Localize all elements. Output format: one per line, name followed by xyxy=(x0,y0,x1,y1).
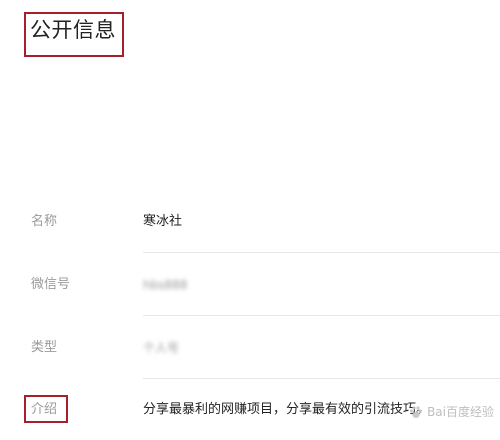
intro-label-highlight xyxy=(24,395,68,423)
row-label-wechat-id: 微信号 xyxy=(31,277,71,292)
watermark: Bai百度经验 xyxy=(408,403,494,420)
row-label-name: 名称 xyxy=(31,214,58,229)
paw-icon xyxy=(409,405,423,418)
row-value-type[interactable]: 个人号 xyxy=(143,339,179,357)
row-label-type: 类型 xyxy=(31,340,58,355)
public-info-page: 公开信息 名称 寒冰社 微信号 hbs888 类型 个人号 介绍 分享最暴利的网… xyxy=(0,0,500,440)
row-value-wechat-id[interactable]: hbs888 xyxy=(143,276,187,294)
info-row-wechat-id: 微信号 hbs888 xyxy=(0,253,500,316)
row-value-intro[interactable]: 分享最暴利的网赚项目，分享最有效的引流技巧。 xyxy=(143,401,429,419)
watermark-text: Bai百度经验 xyxy=(427,405,494,419)
info-row-type: 类型 个人号 xyxy=(0,316,500,379)
info-row-name: 名称 寒冰社 xyxy=(0,190,500,253)
row-value-name[interactable]: 寒冰社 xyxy=(143,213,182,231)
section-title: 公开信息 xyxy=(30,18,116,42)
